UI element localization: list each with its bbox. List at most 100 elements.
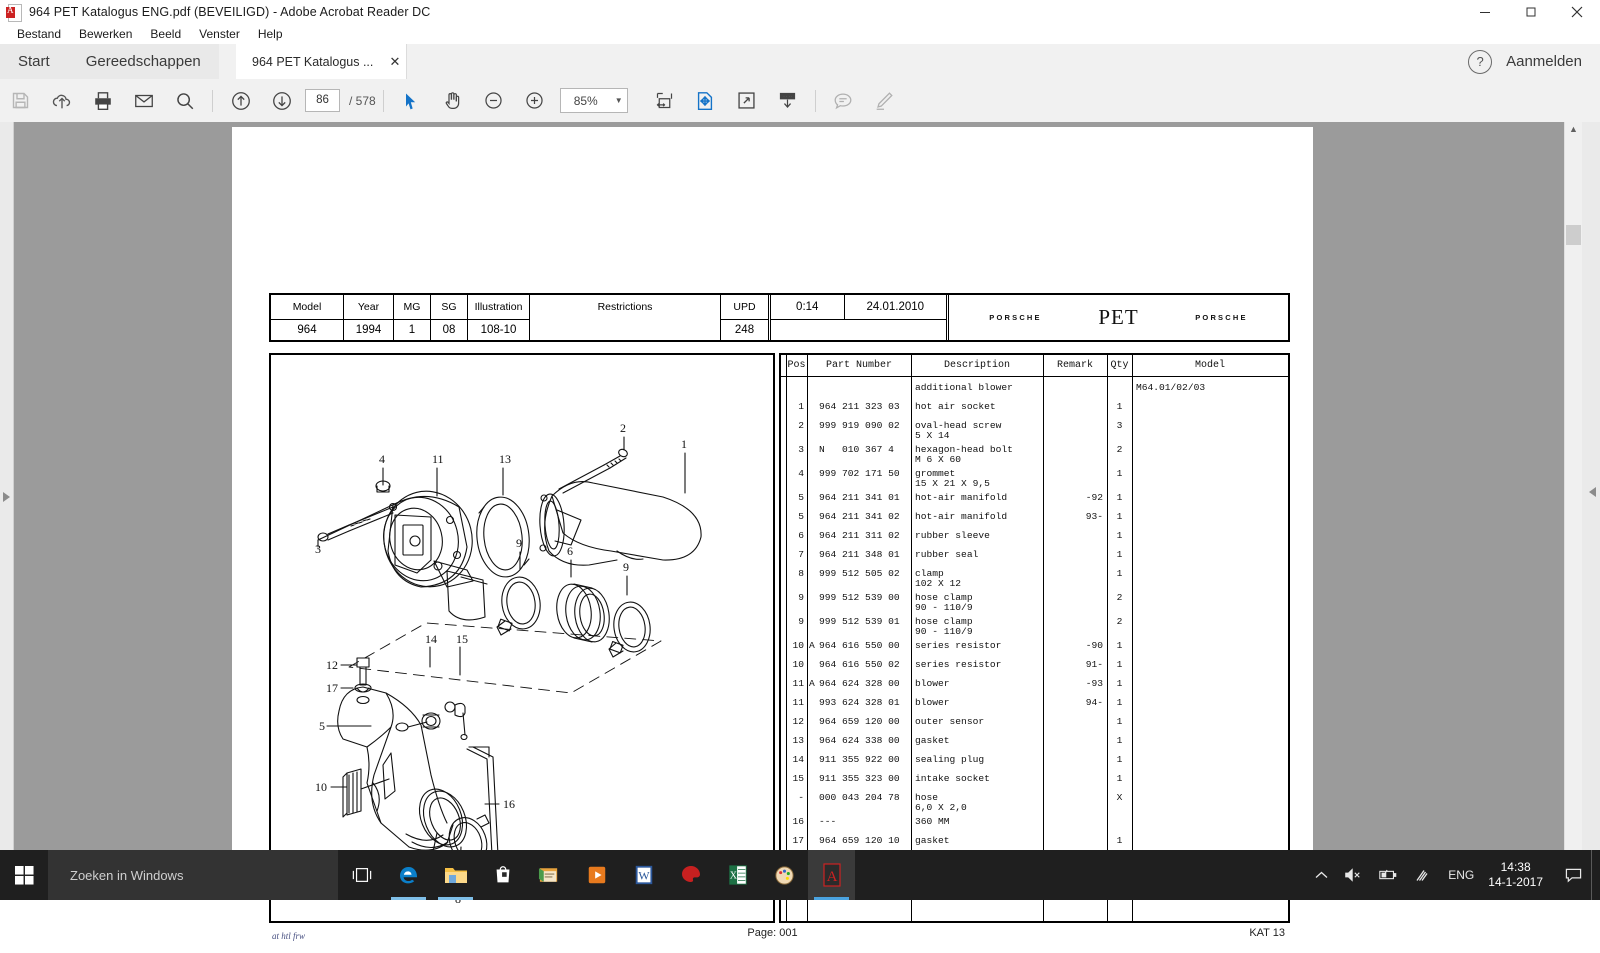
- tray-chevron-icon[interactable]: [1307, 871, 1336, 880]
- print-icon[interactable]: [82, 79, 123, 122]
- document-tab[interactable]: 964 PET Katalogus ... ✕: [236, 44, 407, 79]
- table-row[interactable]: 9999 512 539 01hose clamp90 - 110/92: [781, 616, 1288, 640]
- table-row[interactable]: -000 043 204 78hose6,0 X 2,0X: [781, 792, 1288, 816]
- media-player-icon[interactable]: [573, 850, 620, 900]
- cursor-arrow-icon[interactable]: [391, 79, 432, 122]
- cell-part-number: 964 211 323 03: [819, 401, 909, 413]
- scroll-down-icon[interactable]: [767, 79, 808, 122]
- menu-bestand[interactable]: Bestand: [8, 25, 70, 43]
- table-row[interactable]: 15911 355 323 00intake socket1: [781, 773, 1288, 792]
- show-desktop-button[interactable]: [1591, 850, 1600, 900]
- next-page-icon[interactable]: [261, 79, 302, 122]
- table-row[interactable]: 12964 659 120 00outer sensor1: [781, 716, 1288, 735]
- table-row[interactable]: 7964 211 348 01rubber seal1: [781, 549, 1288, 568]
- fit-page-icon[interactable]: [685, 79, 726, 122]
- pdf-page-content: Model 964 Year 1994 MG 1 SG 08: [232, 127, 1313, 855]
- close-button[interactable]: [1554, 0, 1600, 24]
- table-row[interactable]: additional blowerM64.01/02/03: [781, 382, 1288, 401]
- vertical-scrollbar[interactable]: ▲: [1564, 122, 1582, 850]
- cell-pos: 8: [785, 568, 804, 580]
- cell-part-number: 911 355 323 00: [819, 773, 909, 785]
- table-row[interactable]: 10964 616 550 02series resistor91-1: [781, 659, 1288, 678]
- windows-taskbar: Zoeken in Windows: [0, 850, 1600, 900]
- paint-icon[interactable]: [761, 850, 808, 900]
- cell-part-number: 964 616 550 00: [819, 640, 909, 652]
- acrobat-reader-icon[interactable]: A: [808, 850, 855, 900]
- header-col-datetime: 0:14 24.01.2010: [771, 295, 949, 340]
- wifi-icon[interactable]: [1406, 868, 1440, 883]
- cell-description: intake socket: [915, 773, 1041, 785]
- page-number-input[interactable]: 86: [305, 89, 340, 112]
- action-center-icon[interactable]: [1555, 850, 1591, 900]
- volume-muted-icon[interactable]: [1336, 867, 1370, 883]
- battery-icon[interactable]: [1370, 868, 1406, 882]
- table-row[interactable]: 9999 512 539 00hose clamp90 - 110/92: [781, 592, 1288, 616]
- table-row[interactable]: 11A964 624 328 00blower-931: [781, 678, 1288, 697]
- table-row[interactable]: 13964 624 338 00gasket1: [781, 735, 1288, 754]
- email-icon[interactable]: [123, 79, 164, 122]
- menu-venster[interactable]: Venster: [190, 25, 249, 43]
- table-row[interactable]: 3N 010 367 4hexagon-head boltM 6 X 602: [781, 444, 1288, 468]
- windows-start-icon[interactable]: [0, 850, 48, 900]
- table-row[interactable]: 5964 211 341 02hot-air manifold93-1: [781, 511, 1288, 530]
- close-icon[interactable]: ✕: [384, 44, 406, 79]
- table-row[interactable]: 6964 211 311 02rubber sleeve1: [781, 530, 1288, 549]
- cell-pos: 13: [785, 735, 804, 747]
- table-row[interactable]: 4999 702 171 50grommet15 X 21 X 9,51: [781, 468, 1288, 492]
- file-explorer-icon[interactable]: [432, 850, 479, 900]
- table-row[interactable]: 2999 919 090 02oval-head screw5 X 143: [781, 420, 1288, 444]
- zoom-in-icon[interactable]: [514, 79, 555, 122]
- cell-pos: 9: [785, 616, 804, 628]
- comment-icon[interactable]: [823, 79, 864, 122]
- task-view-icon[interactable]: [338, 850, 385, 900]
- language-indicator[interactable]: ENG: [1440, 868, 1482, 882]
- edge-icon[interactable]: [385, 850, 432, 900]
- tab-gereedschappen[interactable]: Gereedschappen: [68, 44, 219, 79]
- previous-page-icon[interactable]: [220, 79, 261, 122]
- photo-editor-icon[interactable]: [667, 850, 714, 900]
- word-icon[interactable]: W: [620, 850, 667, 900]
- search-icon[interactable]: [164, 79, 205, 122]
- microsoft-store-icon[interactable]: [479, 850, 526, 900]
- cell-description-2: 6,0 X 2,0: [915, 802, 1041, 814]
- table-row[interactable]: 1964 211 323 03hot air socket1: [781, 401, 1288, 420]
- hand-icon[interactable]: [432, 79, 473, 122]
- left-panel-toggle[interactable]: [0, 122, 14, 850]
- clock[interactable]: 14:38 14-1-2017: [1482, 860, 1555, 890]
- sticky-notes-icon[interactable]: [526, 850, 573, 900]
- fit-width-icon[interactable]: [644, 79, 685, 122]
- window-title: 964 PET Katalogus ENG.pdf (BEVEILIGD) - …: [29, 5, 430, 19]
- menu-help[interactable]: Help: [249, 25, 292, 43]
- col-header-description: Description: [911, 355, 1043, 376]
- save-icon[interactable]: [0, 79, 41, 122]
- right-panel-toggle[interactable]: [1581, 122, 1600, 850]
- table-row[interactable]: 14911 355 922 00sealing plug1: [781, 754, 1288, 773]
- menu-beeld[interactable]: Beeld: [141, 25, 190, 43]
- highlight-pen-icon[interactable]: [864, 79, 905, 122]
- zoom-level-select[interactable]: 85% ▼: [560, 88, 628, 113]
- scrollbar-thumb[interactable]: [1566, 225, 1581, 245]
- excel-icon[interactable]: X: [714, 850, 761, 900]
- signin-button[interactable]: Aanmelden: [1506, 53, 1582, 70]
- scroll-up-arrow-icon[interactable]: ▲: [1565, 124, 1582, 134]
- cell-pos: 17: [785, 835, 804, 847]
- minimize-button[interactable]: [1462, 0, 1508, 24]
- fullscreen-icon[interactable]: [726, 79, 767, 122]
- table-row[interactable]: 10A964 616 550 00series resistor-901: [781, 640, 1288, 659]
- menu-bewerken[interactable]: Bewerken: [70, 25, 141, 43]
- cell-pos: 9: [785, 592, 804, 604]
- tab-strip: Start Gereedschappen 964 PET Katalogus .…: [0, 44, 1600, 80]
- table-row[interactable]: 11993 624 328 01blower94-1: [781, 697, 1288, 716]
- callout-2: 2: [620, 421, 626, 435]
- help-icon[interactable]: ?: [1468, 50, 1492, 74]
- cell-flag: A: [809, 640, 819, 652]
- maximize-button[interactable]: [1508, 0, 1554, 24]
- tab-start[interactable]: Start: [0, 44, 68, 79]
- table-row[interactable]: 16---360 MM: [781, 816, 1288, 835]
- upload-cloud-icon[interactable]: [41, 79, 82, 122]
- cell-part-number: 999 512 505 02: [819, 568, 909, 580]
- search-input[interactable]: Zoeken in Windows: [48, 850, 338, 900]
- table-row[interactable]: 5964 211 341 01hot-air manifold-921: [781, 492, 1288, 511]
- zoom-out-icon[interactable]: [473, 79, 514, 122]
- table-row[interactable]: 8999 512 505 02clamp102 X 121: [781, 568, 1288, 592]
